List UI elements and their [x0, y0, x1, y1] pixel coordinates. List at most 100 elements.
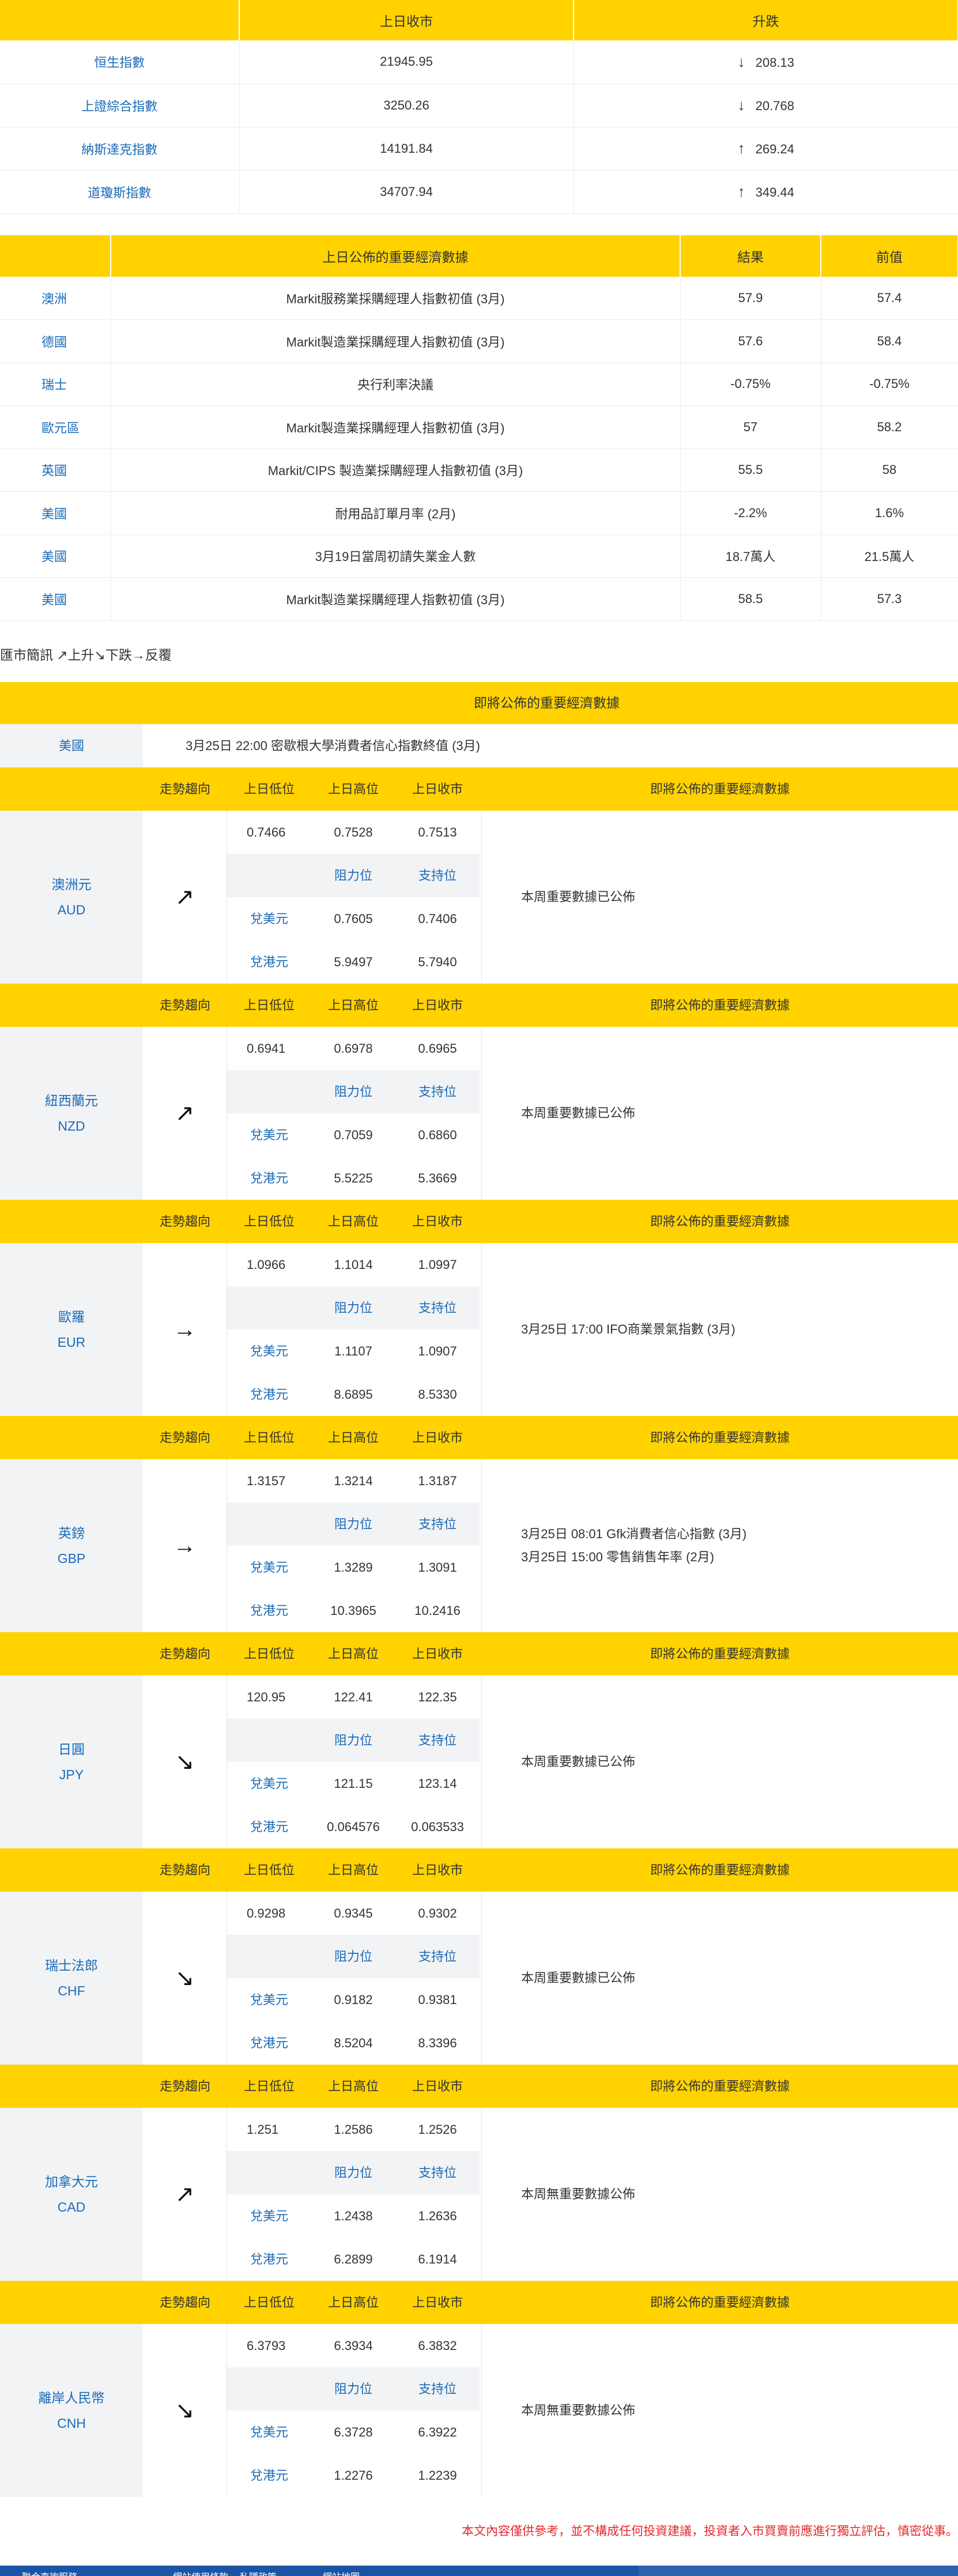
indices-header-blank	[0, 0, 240, 40]
currency-name[interactable]: 澳洲元	[52, 872, 92, 897]
header-high: 上日高位	[327, 1430, 379, 1445]
currency-name[interactable]: 日圓	[58, 1737, 85, 1762]
currency-name-cell[interactable]: 瑞士法郎 CHF	[0, 1892, 143, 2065]
currency-name-cell[interactable]: 加拿大元 CAD	[0, 2108, 143, 2281]
header-high: 上日高位	[327, 1647, 379, 1661]
currency-block-body: 離岸人民幣 CNH ↘ 6.3793 6.3934 6.3832 阻力位 支持位 兌美元 6.37…	[0, 2324, 958, 2497]
economic-header-result: 結果	[680, 235, 821, 277]
trend-cell: ↘	[143, 2324, 227, 2497]
label-blank	[227, 1070, 311, 1113]
economic-result: 57.9	[680, 277, 821, 320]
economic-item: Markit製造業採購經理人指數初值 (3月)	[111, 577, 681, 621]
economic-header-item: 上日公佈的重要經濟數據	[111, 235, 681, 277]
header-close: 上日收市	[412, 998, 463, 1012]
economic-region[interactable]: 美國	[0, 534, 111, 578]
currency-name-cell[interactable]: 紐西蘭元 NZD	[0, 1027, 143, 1200]
footer-link-3[interactable]: 網站地圖	[323, 2569, 360, 2576]
currency-name-cell[interactable]: 日圓 JPY	[0, 1675, 143, 1848]
label-vs-usd: 兌美元	[250, 1344, 288, 1358]
currency-code[interactable]: CNH	[57, 2411, 86, 2436]
economic-region[interactable]: 澳洲	[0, 277, 111, 320]
index-name[interactable]: 上證綜合指數	[0, 84, 240, 127]
footer-link-1[interactable]: 網站使用條款	[173, 2569, 228, 2576]
rate-grid: 120.95 122.41 122.35 阻力位 支持位 兌美元 121.15 123.14 兌…	[227, 1675, 482, 1848]
prev-close: 0.6965	[418, 1041, 457, 1056]
footer-link-2[interactable]: 私隱政策	[240, 2569, 277, 2576]
rate-grid: 1.3157 1.3214 1.3187 阻力位 支持位 兌美元 1.3289 1.3091 兌…	[227, 1459, 482, 1632]
rate-grid: 0.7466 0.7528 0.7513 阻力位 支持位 兌美元 0.7605 0.7406 兌…	[227, 811, 482, 984]
index-change-cell: ↑ 349.44	[574, 170, 958, 214]
economic-result: -0.75%	[680, 363, 821, 406]
prev-low: 1.251	[247, 2122, 279, 2137]
index-change: 349.44	[755, 185, 794, 199]
currency-name-cell[interactable]: 離岸人民幣 CNH	[0, 2324, 143, 2497]
header-close: 上日收市	[412, 782, 463, 796]
currency-name[interactable]: 瑞士法郎	[45, 1953, 98, 1978]
header-trend: 走勢趨向	[159, 1214, 210, 1229]
economic-region[interactable]: 美國	[0, 577, 111, 621]
currency-code[interactable]: GBP	[58, 1546, 86, 1571]
rate-row-prev: 120.95 122.41 122.35	[227, 1675, 481, 1719]
index-name[interactable]: 道瓊斯指數	[0, 170, 240, 214]
header-upcoming: 即將公佈的重要經濟數據	[650, 998, 790, 1012]
label-resistance: 阻力位	[311, 2151, 395, 2194]
upcoming-data-cell: 本周重要數據已公佈	[482, 811, 958, 984]
trend-cell: ↘	[143, 1675, 227, 1848]
currency-name-cell[interactable]: 英鎊 GBP	[0, 1459, 143, 1632]
currency-code[interactable]: AUD	[58, 897, 86, 922]
prev-high: 0.6978	[334, 1041, 373, 1056]
header-low: 上日低位	[243, 998, 295, 1012]
header-blank	[0, 984, 143, 1027]
economic-row: 美國 Markit製造業採購經理人指數初值 (3月) 58.5 57.3	[0, 577, 958, 621]
currency-name-cell[interactable]: 澳洲元 AUD	[0, 811, 143, 984]
label-support: 支持位	[395, 1502, 480, 1546]
footer-link-0[interactable]: 聯合查詢服務	[22, 2569, 77, 2576]
upcoming-region[interactable]: 美國	[0, 724, 143, 767]
rate-row-prev: 1.0966 1.1014 1.0997	[227, 1243, 481, 1286]
header-close: 上日收市	[412, 2295, 463, 2310]
header-close: 上日收市	[412, 2079, 463, 2093]
index-name[interactable]: 恒生指數	[0, 40, 240, 84]
usd-resistance: 121.15	[334, 1776, 373, 1791]
header-trend: 走勢趨向	[159, 1430, 210, 1445]
header-low: 上日低位	[243, 1430, 295, 1445]
currency-code[interactable]: EUR	[58, 1330, 86, 1355]
currency-code[interactable]: JPY	[59, 1762, 84, 1787]
hkd-resistance: 8.5204	[334, 2036, 373, 2050]
hkd-support: 8.3396	[418, 2036, 457, 2050]
label-blank	[227, 1719, 311, 1762]
header-upcoming: 即將公佈的重要經濟數據	[650, 1863, 790, 1877]
currency-name[interactable]: 歐羅	[58, 1304, 85, 1330]
label-vs-usd: 兌美元	[250, 2209, 288, 2223]
currency-code[interactable]: NZD	[58, 1113, 85, 1139]
rate-grid: 1.251 1.2586 1.2526 阻力位 支持位 兌美元 1.2438 1.2636 兌港…	[227, 2108, 482, 2281]
header-high: 上日高位	[327, 782, 379, 796]
rate-row-labels: 阻力位 支持位	[227, 1935, 481, 1978]
economic-region[interactable]: 美國	[0, 491, 111, 535]
label-vs-usd: 兌美元	[250, 1993, 288, 2007]
usd-support: 1.0907	[418, 1344, 457, 1358]
economic-region[interactable]: 英國	[0, 449, 111, 492]
currency-name[interactable]: 離岸人民幣	[39, 2385, 105, 2411]
currency-name[interactable]: 英鎊	[58, 1520, 85, 1546]
currency-name[interactable]: 加拿大元	[45, 2169, 98, 2194]
currency-code[interactable]: CAD	[58, 2194, 86, 2220]
rate-row-usd: 兌美元 0.9182 0.9381	[227, 1978, 481, 2021]
economic-region[interactable]: 歐元區	[0, 405, 111, 449]
disclaimer: 本文內容僅供參考，並不構成任何投資建議，投資者入市買賣前應進行獨立評估，慎密從事…	[462, 2525, 958, 2538]
rate-row-hkd: 兌港元 0.064576 0.063533	[227, 1805, 481, 1848]
header-blank	[0, 1416, 143, 1459]
index-name[interactable]: 納斯達克指數	[0, 127, 240, 171]
currency-block: 走勢趨向 上日低位 上日高位 上日收市 即將公佈的重要經濟數據 澳洲元 AUD ↗ 0.7466…	[0, 767, 958, 984]
usd-support: 0.7406	[418, 912, 457, 926]
economic-region[interactable]: 德國	[0, 319, 111, 363]
currency-name-cell[interactable]: 歐羅 EUR	[0, 1243, 143, 1416]
usd-support: 1.3091	[418, 1560, 457, 1575]
economic-region[interactable]: 瑞士	[0, 363, 111, 406]
label-resistance: 阻力位	[311, 1502, 395, 1546]
currency-code[interactable]: CHF	[58, 1978, 85, 2003]
prev-close: 1.0997	[418, 1257, 457, 1272]
currency-name[interactable]: 紐西蘭元	[45, 1088, 98, 1113]
economic-item: 央行利率決議	[111, 363, 681, 406]
economic-row: 美國 3月19日當周初請失業金人數 18.7萬人 21.5萬人	[0, 534, 958, 578]
